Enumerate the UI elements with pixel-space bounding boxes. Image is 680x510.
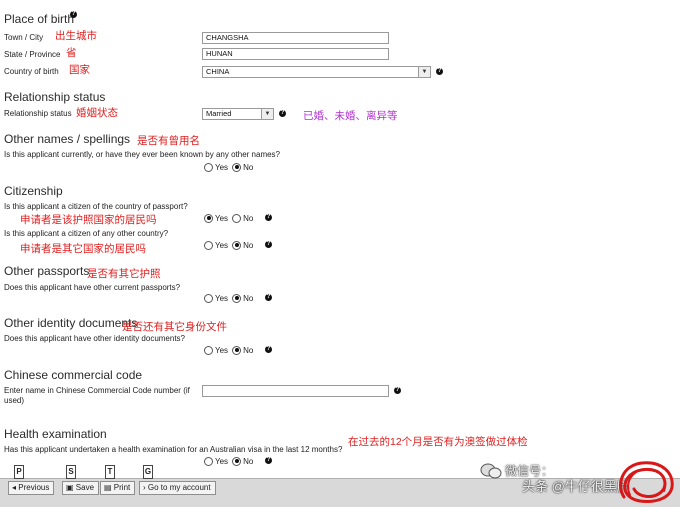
no-label: No: [243, 240, 254, 250]
other-identity-yes-radio[interactable]: [204, 345, 213, 355]
red-scribble-icon: [614, 457, 678, 510]
other-identity-heading: Other identity documents: [4, 316, 138, 330]
chevron-down-icon: ▼: [261, 109, 273, 119]
help-icon[interactable]: ?: [265, 241, 272, 248]
no-label: No: [243, 345, 254, 355]
commercial-code-heading: Chinese commercial code: [4, 368, 143, 382]
save-button[interactable]: ▣ Save: [62, 481, 100, 495]
help-icon[interactable]: ?: [265, 457, 272, 464]
other-identity-no-radio[interactable]: [232, 345, 242, 355]
health-yes-radio[interactable]: [204, 456, 213, 466]
help-icon[interactable]: ?: [279, 110, 286, 117]
other-identity-question: Does this applicant have other identity …: [4, 334, 185, 343]
citizenship-q2-note: 申请者是其它国家的居民吗: [20, 243, 146, 255]
help-icon[interactable]: ?: [436, 68, 443, 75]
help-icon[interactable]: ?: [394, 387, 401, 394]
health-question: Has this applicant undertaken a health e…: [4, 445, 343, 454]
health-heading: Health examination: [4, 427, 107, 441]
no-label: No: [243, 162, 254, 172]
other-names-yes-radio[interactable]: [204, 162, 213, 172]
arrow-left-icon: ◂: [12, 483, 17, 492]
town-input[interactable]: CHANGSHA: [202, 32, 389, 44]
yes-label: Yes: [215, 293, 229, 303]
state-input[interactable]: HUNAN: [202, 48, 389, 60]
state-note: 省: [66, 47, 77, 59]
citizenship-q2-no-radio[interactable]: [232, 240, 242, 250]
chevron-down-icon: ▼: [418, 67, 430, 77]
town-label: Town / City: [4, 33, 44, 42]
relationship-side-note: 已婚、未婚、离异等: [303, 110, 398, 122]
other-names-heading: Other names / spellings: [4, 132, 131, 146]
other-passports-heading: Other passports: [4, 264, 90, 278]
citizenship-q1-radio-group: Yes No: [204, 212, 257, 224]
other-passports-no-radio[interactable]: [232, 293, 242, 303]
country-select-value: CHINA: [206, 67, 230, 76]
other-names-question: Is this applicant currently, or have the…: [4, 150, 281, 159]
relationship-select-value: Married: [206, 109, 232, 118]
other-passports-radio-group: Yes No: [204, 292, 257, 304]
commercial-code-input[interactable]: [202, 385, 389, 397]
town-note: 出生城市: [55, 30, 97, 42]
citizenship-q1: Is this applicant a citizen of the count…: [4, 202, 188, 211]
help-icon[interactable]: ?: [265, 214, 272, 221]
citizenship-q1-note: 申请者是该护照国家的居民吗: [20, 214, 157, 226]
relationship-note: 婚姻状态: [76, 107, 118, 119]
relationship-label: Relationship status: [4, 109, 72, 118]
state-label: State / Province: [4, 50, 61, 59]
no-label: No: [243, 213, 254, 223]
citizenship-q1-no-radio[interactable]: [232, 213, 242, 223]
yes-label: Yes: [215, 345, 229, 355]
other-identity-note: 是否还有其它身份文件: [122, 321, 227, 333]
country-label: Country of birth: [4, 67, 59, 76]
yes-label: Yes: [215, 456, 229, 466]
shortcut-key-s: S: [66, 465, 76, 479]
health-radio-group: Yes No: [204, 455, 257, 467]
relationship-select[interactable]: Married ▼: [202, 108, 274, 120]
other-passports-note: 是否有其它护照: [87, 268, 161, 280]
shortcut-key-g: G: [143, 465, 153, 479]
citizenship-q2-radio-group: Yes No: [204, 239, 257, 251]
citizenship-q2-yes-radio[interactable]: [204, 240, 213, 250]
yes-label: Yes: [215, 213, 229, 223]
help-icon[interactable]: ?: [265, 294, 272, 301]
help-icon[interactable]: ?: [70, 11, 77, 18]
floppy-icon: ▣: [66, 483, 74, 492]
printer-icon: ▤: [104, 483, 112, 492]
relationship-heading: Relationship status: [4, 90, 106, 104]
country-select[interactable]: CHINA ▼: [202, 66, 431, 78]
go-to-account-button[interactable]: › Go to my account: [139, 481, 216, 495]
no-label: No: [243, 293, 254, 303]
other-passports-question: Does this applicant have other current p…: [4, 283, 181, 292]
place-of-birth-heading: Place of birth: [4, 12, 75, 26]
chevron-right-icon: ›: [143, 483, 146, 492]
other-names-note: 是否有曾用名: [137, 135, 200, 147]
print-button[interactable]: ▤ Print: [100, 481, 136, 495]
other-names-radio-group: Yes No: [204, 161, 257, 173]
country-note: 国家: [69, 64, 90, 76]
other-identity-radio-group: Yes No: [204, 344, 257, 356]
help-icon[interactable]: ?: [265, 346, 272, 353]
health-note: 在过去的12个月是否有为澳签做过体检: [348, 436, 528, 448]
citizenship-q2: Is this applicant a citizen of any other…: [4, 229, 169, 238]
other-names-no-radio[interactable]: [232, 162, 242, 172]
yes-label: Yes: [215, 240, 229, 250]
other-passports-yes-radio[interactable]: [204, 293, 213, 303]
citizenship-q1-yes-radio[interactable]: [204, 213, 213, 223]
commercial-code-label-line1: Enter name in Chinese Commercial Code nu…: [4, 386, 190, 395]
yes-label: Yes: [215, 162, 229, 172]
health-no-radio[interactable]: [232, 456, 242, 466]
shortcut-key-t: T: [105, 465, 115, 479]
commercial-code-label-line2: used): [4, 396, 25, 405]
no-label: No: [243, 456, 254, 466]
wechat-icon: [480, 462, 502, 485]
shortcut-key-p: P: [14, 465, 24, 479]
citizenship-heading: Citizenship: [4, 184, 63, 198]
previous-button[interactable]: ◂ Previous: [8, 481, 55, 495]
